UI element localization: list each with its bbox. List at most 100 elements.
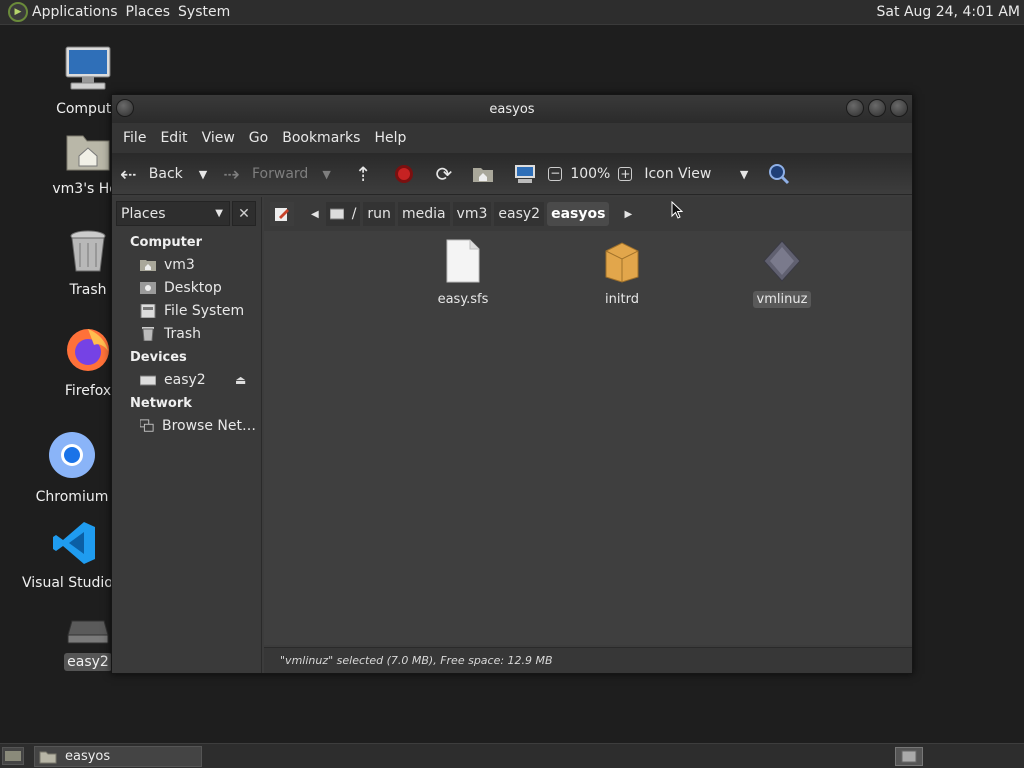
zoom-in-button[interactable]: + <box>618 159 633 189</box>
sidebar-item-label: vm3 <box>164 257 195 273</box>
view-mode-select[interactable]: Icon View ▼ <box>644 159 748 189</box>
close-button[interactable] <box>890 99 908 117</box>
menubar: File Edit View Go Bookmarks Help <box>112 123 912 153</box>
sidebar-item-trash[interactable]: Trash <box>140 324 256 344</box>
close-icon: ✕ <box>238 205 250 222</box>
computer-button[interactable] <box>514 159 536 189</box>
file-item[interactable]: initrd <box>577 239 667 308</box>
crumb-easy2[interactable]: easy2 <box>494 202 545 226</box>
file-view[interactable]: easy.sfs initrd vmlinuz <box>264 231 912 645</box>
menu-bookmarks[interactable]: Bookmarks <box>275 130 367 146</box>
home-button[interactable] <box>472 159 494 189</box>
file-item-selected[interactable]: vmlinuz <box>737 239 827 308</box>
file-name: vmlinuz <box>752 291 812 308</box>
reload-icon: ⟳ <box>435 162 453 186</box>
sidebar-item-browse-network[interactable]: Browse Net… <box>140 416 256 436</box>
sidebar-item-filesystem[interactable]: File System <box>140 301 256 321</box>
sidebar-item-vm3[interactable]: vm3 <box>140 255 256 275</box>
trash-icon <box>70 230 106 272</box>
back-button[interactable]: ⇠ Back <box>120 159 183 189</box>
back-arrow-icon: ⇠ <box>120 162 137 186</box>
file-item[interactable]: easy.sfs <box>418 239 508 308</box>
reload-button[interactable]: ⟳ <box>436 159 453 189</box>
forward-history-dropdown[interactable]: ▼ <box>308 159 330 189</box>
drive-icon <box>329 208 344 220</box>
applications-logo-icon[interactable]: ▶ <box>8 2 28 22</box>
vscode-icon <box>53 522 95 564</box>
sidebar-item-easy2[interactable]: easy2 <box>140 370 236 390</box>
task-easyos[interactable]: easyos <box>34 746 202 767</box>
window-title: easyos <box>489 101 535 117</box>
crumb-run[interactable]: run <box>363 202 395 226</box>
places-combo[interactable]: Places ▼ <box>116 201 230 226</box>
system-menu[interactable]: System <box>178 0 238 25</box>
path-scroll-right[interactable]: ▶ <box>620 202 636 226</box>
sidebar-item-label: easy2 <box>164 372 206 388</box>
crumb-label: / <box>351 206 357 222</box>
stop-button[interactable] <box>394 159 414 189</box>
sidebar-item-label: Trash <box>164 326 201 342</box>
zoom-out-button[interactable]: − <box>548 159 563 189</box>
forward-label: Forward <box>252 166 309 182</box>
edit-location-button[interactable] <box>270 202 294 226</box>
section-computer: Computer <box>130 235 203 250</box>
back-history-dropdown[interactable]: ▼ <box>183 159 207 189</box>
chromium-icon <box>49 432 95 478</box>
status-text: "vmlinuz" selected (7.0 MB), Free space:… <box>280 654 553 667</box>
statusbar: "vmlinuz" selected (7.0 MB), Free space:… <box>264 647 912 673</box>
window-titlebar[interactable]: easyos <box>112 95 912 123</box>
forward-arrow-icon: ⇢ <box>223 162 240 186</box>
menu-view[interactable]: View <box>195 130 242 146</box>
show-desktop-button[interactable] <box>2 747 24 765</box>
toolbar: ⇠ Back ▼ ⇢ Forward ▼ ⇡ ⟳ − 100% + Icon V… <box>112 153 912 195</box>
section-devices: Devices <box>130 350 187 365</box>
clock[interactable]: Sat Aug 24, 4:01 AM <box>877 4 1020 20</box>
mouse-cursor-icon <box>671 201 683 219</box>
binary-icon <box>763 240 801 282</box>
drive-icon <box>140 375 156 386</box>
forward-button[interactable]: ⇢ Forward <box>223 159 308 189</box>
home-icon <box>473 168 494 182</box>
chevron-down-icon: ▼ <box>739 167 749 181</box>
crumb-media[interactable]: media <box>397 202 450 226</box>
window-menu-button[interactable] <box>116 99 134 117</box>
sidebar-item-label: Desktop <box>164 280 222 296</box>
menu-file[interactable]: File <box>116 130 153 146</box>
minimize-button[interactable] <box>846 99 864 117</box>
crumb-root[interactable]: / <box>325 202 361 226</box>
document-icon <box>446 239 480 283</box>
file-name: easy.sfs <box>437 292 489 307</box>
path-scroll-left[interactable]: ◀ <box>307 202 323 226</box>
menu-help[interactable]: Help <box>367 130 413 146</box>
desktop-icon-label: Firefox <box>64 383 112 399</box>
places-combo-label: Places <box>121 205 166 222</box>
file-name: initrd <box>605 292 639 307</box>
sidebar-item-desktop[interactable]: Desktop <box>140 278 256 298</box>
desktop-icon-label: easy2 <box>64 653 112 671</box>
maximize-button[interactable] <box>868 99 886 117</box>
menu-go[interactable]: Go <box>242 130 275 146</box>
home-folder-icon <box>66 135 110 171</box>
stop-icon <box>394 165 413 183</box>
menu-edit[interactable]: Edit <box>153 130 194 146</box>
task-label: easyos <box>65 749 111 764</box>
bottom-taskbar: easyos <box>0 743 1024 768</box>
view-mode-label: Icon View <box>644 166 712 182</box>
chevron-down-icon: ▼ <box>322 167 331 181</box>
zoom-level: 100% <box>570 166 611 182</box>
eject-icon[interactable]: ⏏ <box>235 373 246 387</box>
chevron-down-icon: ▼ <box>215 208 223 219</box>
search-button[interactable] <box>768 159 790 189</box>
folder-icon <box>39 751 57 763</box>
places-menu[interactable]: Places <box>126 0 179 25</box>
path-bar: ◀ / run media vm3 easy2 easyos ▶ <box>264 197 912 231</box>
crumb-vm3[interactable]: vm3 <box>452 202 492 226</box>
edit-icon <box>275 208 289 221</box>
up-button[interactable]: ⇡ <box>355 159 372 189</box>
close-sidebar-button[interactable]: ✕ <box>232 201 256 226</box>
crumb-easyos[interactable]: easyos <box>547 202 610 226</box>
top-panel: ▶ Applications Places System Sat Aug 24,… <box>0 0 1024 25</box>
workspace-switcher[interactable] <box>895 747 923 766</box>
computer-icon <box>515 165 536 183</box>
applications-menu[interactable]: Applications <box>32 0 126 25</box>
